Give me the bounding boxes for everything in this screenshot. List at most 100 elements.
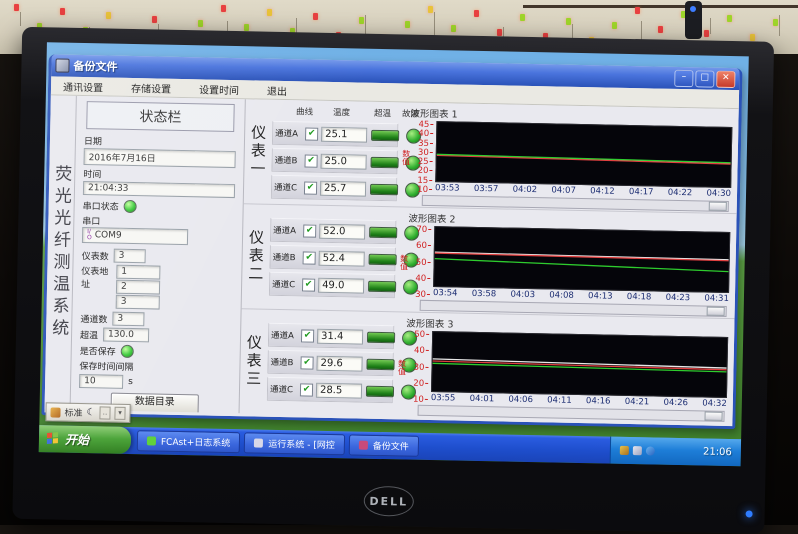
tray-icon-1[interactable]	[620, 446, 629, 455]
moon-icon[interactable]: ☾	[86, 407, 95, 418]
y-tick-label: 10	[412, 186, 432, 194]
panel-led	[658, 26, 663, 33]
curve-checkbox[interactable]: ✔	[304, 181, 317, 194]
channel-count-label: 通道数	[80, 311, 107, 325]
channel-row: 通道B ✔ 29.6	[267, 350, 393, 377]
channel-row: 通道A ✔ 31.4	[268, 323, 394, 350]
serial-status-led	[124, 200, 137, 213]
scroll-thumb[interactable]	[704, 412, 722, 421]
x-tick-label: 04:08	[549, 290, 574, 301]
y-axis-label: 数值	[401, 149, 412, 165]
taskbar-item-backup-file[interactable]: 备份文件	[349, 434, 419, 456]
temperature-value: 25.7	[320, 180, 366, 196]
y-axis-label: 数值	[396, 359, 407, 375]
taskbar-item-log-system[interactable]: FCAst+日志系统	[137, 430, 241, 453]
curve-checkbox[interactable]: ✔	[305, 127, 318, 140]
instrument-3: 仪表三 通道A ✔ 31.4 通道B	[240, 309, 395, 416]
y-tick-label: 50	[411, 258, 431, 266]
meter-address-3[interactable]: 3	[116, 295, 160, 310]
series-line	[433, 361, 727, 370]
scroll-thumb[interactable]	[707, 307, 725, 316]
instrument-1-name: 仪表一	[247, 124, 269, 178]
save-interval-field[interactable]: 10	[79, 374, 123, 389]
y-tick-label: 35	[413, 139, 433, 147]
menu-exit[interactable]: 退出	[267, 82, 287, 97]
y-tick-label: 45	[413, 121, 433, 129]
panel-led	[428, 6, 433, 13]
channel-count-field[interactable]: 3	[112, 312, 144, 327]
x-tick-label: 04:31	[704, 294, 729, 305]
io-icon: I/O	[87, 229, 92, 241]
system-tray: 21:06	[610, 437, 742, 467]
curve-checkbox[interactable]: ✔	[302, 278, 315, 291]
close-button[interactable]: ✕	[716, 70, 735, 87]
menu-storage-settings[interactable]: 存储设置	[131, 79, 171, 95]
curve-checkbox[interactable]: ✔	[301, 329, 314, 342]
y-tick-label: 15	[412, 176, 432, 184]
minimize-button[interactable]: –	[674, 69, 693, 86]
meter-address-2[interactable]: 2	[116, 280, 160, 295]
curve-checkbox[interactable]: ✔	[304, 154, 317, 167]
time-field: 21:04:33	[83, 181, 235, 198]
channel-label: 通道A	[275, 127, 305, 140]
meter-count-label: 仪表数	[82, 249, 109, 263]
overtemp-indicator	[369, 253, 397, 265]
ime-icon[interactable]	[50, 407, 60, 417]
windows-flag-icon	[47, 432, 60, 446]
channel-label: 通道A	[273, 224, 303, 237]
channel-label: 通道C	[270, 383, 300, 396]
meter-address-1[interactable]: 1	[116, 265, 160, 280]
x-tick-label: 04:32	[702, 398, 727, 409]
chart-svg	[436, 122, 731, 187]
y-tick-label: 40	[413, 130, 433, 138]
curve-checkbox[interactable]: ✔	[303, 251, 316, 264]
curve-checkbox[interactable]: ✔	[300, 356, 313, 369]
panel-led	[405, 21, 410, 28]
tray-icon-3[interactable]	[646, 446, 655, 455]
x-tick-label: 04:02	[513, 185, 538, 196]
start-button[interactable]: 开始	[39, 425, 132, 454]
curve-checkbox[interactable]: ✔	[303, 224, 316, 237]
check-icon: ✔	[306, 226, 314, 235]
power-led	[746, 510, 753, 517]
app-icon	[254, 439, 263, 448]
dell-logo: DELL	[363, 486, 414, 517]
plot-area	[435, 121, 732, 188]
taskbar-items: FCAst+日志系统 运行系统 - [网控 备份文件	[131, 427, 610, 464]
panel-led	[566, 18, 571, 25]
x-tick-label: 03:57	[474, 184, 499, 195]
x-tick-label: 04:22	[668, 188, 693, 199]
y-tick-label: 40	[409, 347, 429, 355]
ime-minimize-button[interactable]: ▾	[114, 407, 125, 420]
temperature-value: 49.0	[318, 277, 364, 293]
series-line	[435, 252, 729, 260]
curve-column-header: 曲线	[290, 105, 318, 118]
scroll-thumb[interactable]	[709, 202, 727, 211]
overtemp-indicator	[370, 183, 398, 195]
overtemp-field[interactable]: 130.0	[103, 327, 149, 342]
taskbar-item-run-system[interactable]: 运行系统 - [网控	[244, 432, 345, 455]
panel-led	[727, 15, 732, 22]
x-tick-label: 04:21	[625, 397, 650, 408]
x-tick-label: 03:58	[472, 289, 497, 300]
y-axis-ticks: 5040302010	[408, 331, 432, 404]
menu-comm-settings[interactable]: 通讯设置	[63, 78, 103, 94]
ime-mode-label[interactable]: 标准	[64, 406, 82, 419]
ime-options-button[interactable]: ‥	[99, 406, 110, 419]
tray-clock[interactable]: 21:06	[703, 447, 732, 459]
check-icon: ✔	[307, 156, 315, 165]
x-tick-label: 04:18	[627, 292, 652, 303]
menu-set-time[interactable]: 设置时间	[199, 81, 239, 97]
panel-led	[612, 22, 617, 29]
serial-port-combo[interactable]: I/O COM9	[82, 227, 188, 245]
overtemp-indicator	[366, 385, 394, 397]
curve-checkbox[interactable]: ✔	[300, 383, 313, 396]
channel-row: 通道A ✔ 52.0	[270, 218, 396, 245]
y-tick-label: 50	[409, 331, 429, 339]
meter-count-field[interactable]: 3	[114, 249, 146, 264]
channel-row: 通道B ✔ 52.4	[269, 245, 395, 272]
maximize-button[interactable]: □	[695, 70, 714, 87]
temperature-value: 25.1	[321, 126, 367, 142]
language-bar[interactable]: 标准 ☾ ‥ ▾	[45, 402, 130, 423]
tray-icon-2[interactable]	[633, 446, 642, 455]
